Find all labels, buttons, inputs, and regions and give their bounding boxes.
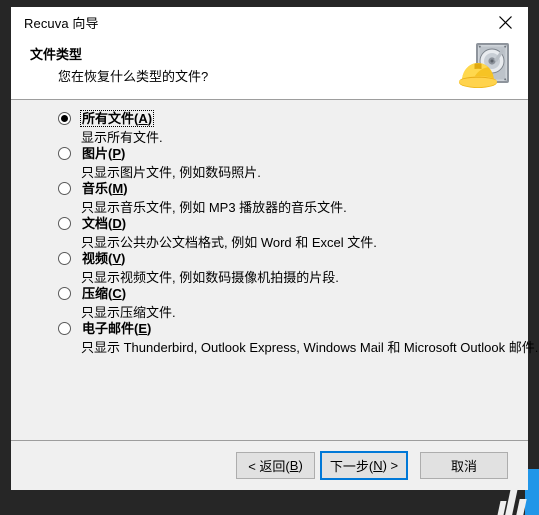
radio-option-label-post: ) (147, 111, 153, 126)
radio-option-description: 只显示视频文件, 例如数码摄像机拍摄的片段. (81, 270, 339, 285)
radio-option-label-pre: 压缩( (82, 286, 113, 301)
titlebar: Recuva 向导 (11, 7, 528, 37)
radio-option-label-pre: 电子邮件( (82, 321, 139, 336)
radio-option-description: 只显示公共办公文档格式, 例如 Word 和 Excel 文件. (81, 235, 377, 250)
radio-option-label-pre: 所有文件( (82, 111, 139, 126)
close-icon[interactable] (482, 7, 528, 37)
radio-option-label: 文档(D) (81, 216, 127, 231)
radio-option-label-pre: 文档( (82, 216, 113, 231)
radio-indicator-icon[interactable] (58, 322, 71, 335)
radio-option-label-pre: 图片( (82, 146, 113, 161)
radio-indicator-icon[interactable] (58, 252, 71, 265)
file-type-radio-group: 所有文件(A) 显示所有文件. 图片(P) 只显示图片文件, 例如数码照片. 音乐(M)… (58, 110, 539, 356)
radio-option[interactable]: 压缩(C) 只显示压缩文件. (58, 286, 516, 321)
wizard-header: 文件类型 您在恢复什么类型的文件? (11, 37, 528, 100)
radio-indicator-icon[interactable] (58, 287, 71, 300)
radio-option-description: 只显示 Thunderbird, Outlook Express, Window… (81, 340, 539, 355)
radio-option[interactable]: 电子邮件(E) 只显示 Thunderbird, Outlook Express,… (58, 321, 539, 356)
recuva-harddrive-hardhat-icon (458, 41, 514, 93)
radio-option-label-post: ) (147, 321, 152, 336)
radio-option-label: 图片(P) (81, 146, 126, 161)
next-button-mnemonic: N (373, 458, 383, 473)
page-subtitle: 您在恢复什么类型的文件? (58, 69, 209, 84)
radio-option-label-pre: 音乐( (82, 181, 113, 196)
radio-option-description: 只显示压缩文件. (81, 305, 176, 320)
radio-option-label-post: ) (123, 181, 128, 196)
radio-option-label: 电子邮件(E) (81, 321, 152, 336)
radio-option-label-post: ) (121, 146, 126, 161)
radio-option-mnemonic: D (112, 216, 122, 231)
radio-indicator-icon[interactable] (58, 147, 71, 160)
radio-option[interactable]: 视频(V) 只显示视频文件, 例如数码摄像机拍摄的片段. (58, 251, 516, 286)
radio-option-label-post: ) (121, 286, 127, 301)
cancel-button-label: 取消 (450, 459, 477, 474)
next-button-label-pre: 下一步( (329, 459, 374, 474)
cancel-button[interactable]: 取消 (420, 452, 508, 479)
radio-option-mnemonic: P (112, 146, 122, 161)
back-button-mnemonic: B (289, 458, 299, 473)
radio-option-label-pre: 视频( (82, 251, 113, 266)
window-title: Recuva 向导 (24, 15, 99, 31)
radio-option-mnemonic: M (112, 181, 124, 196)
radio-indicator-icon[interactable] (58, 182, 71, 195)
radio-option-label-post: ) (121, 251, 126, 266)
radio-option[interactable]: 音乐(M) 只显示音乐文件, 例如 MP3 播放器的音乐文件. (58, 181, 516, 216)
back-button-label-post: ) (298, 458, 303, 473)
back-button[interactable]: < 返回(B) (236, 452, 315, 479)
radio-option-label-post: ) (121, 216, 127, 231)
radio-option-mnemonic: V (112, 251, 122, 266)
radio-indicator-icon[interactable] (58, 112, 71, 125)
radio-option[interactable]: 文档(D) 只显示公共办公文档格式, 例如 Word 和 Excel 文件. (58, 216, 516, 251)
next-button[interactable]: 下一步(N) > (320, 451, 408, 480)
next-button-label-post: ) > (382, 458, 399, 473)
radio-option-label: 视频(V) (81, 251, 126, 266)
radio-option[interactable]: 图片(P) 只显示图片文件, 例如数码照片. (58, 146, 516, 181)
wizard-footer: < 返回(B) 下一步(N) > 取消 (11, 440, 528, 490)
recuva-wizard-window: Recuva 向导 文件类型 您在恢复什么类型的文件? 所有文件(A) 显示所有… (11, 7, 539, 490)
radio-option-description: 显示所有文件. (81, 130, 163, 145)
radio-option-mnemonic: A (138, 111, 148, 126)
radio-option-mnemonic: C (112, 286, 122, 301)
radio-option[interactable]: 所有文件(A) 显示所有文件. (58, 110, 516, 146)
radio-option-label: 音乐(M) (81, 181, 129, 196)
page-title: 文件类型 (30, 47, 83, 62)
radio-option-label: 所有文件(A) (79, 110, 155, 127)
radio-option-mnemonic: E (138, 321, 148, 336)
back-button-label-pre: < 返回( (248, 459, 290, 474)
radio-option-description: 只显示图片文件, 例如数码照片. (81, 165, 261, 180)
radio-option-label: 压缩(C) (81, 286, 127, 301)
radio-option-description: 只显示音乐文件, 例如 MP3 播放器的音乐文件. (81, 200, 347, 215)
wizard-body: 所有文件(A) 显示所有文件. 图片(P) 只显示图片文件, 例如数码照片. 音乐(M)… (11, 100, 539, 440)
radio-indicator-icon[interactable] (58, 217, 71, 230)
